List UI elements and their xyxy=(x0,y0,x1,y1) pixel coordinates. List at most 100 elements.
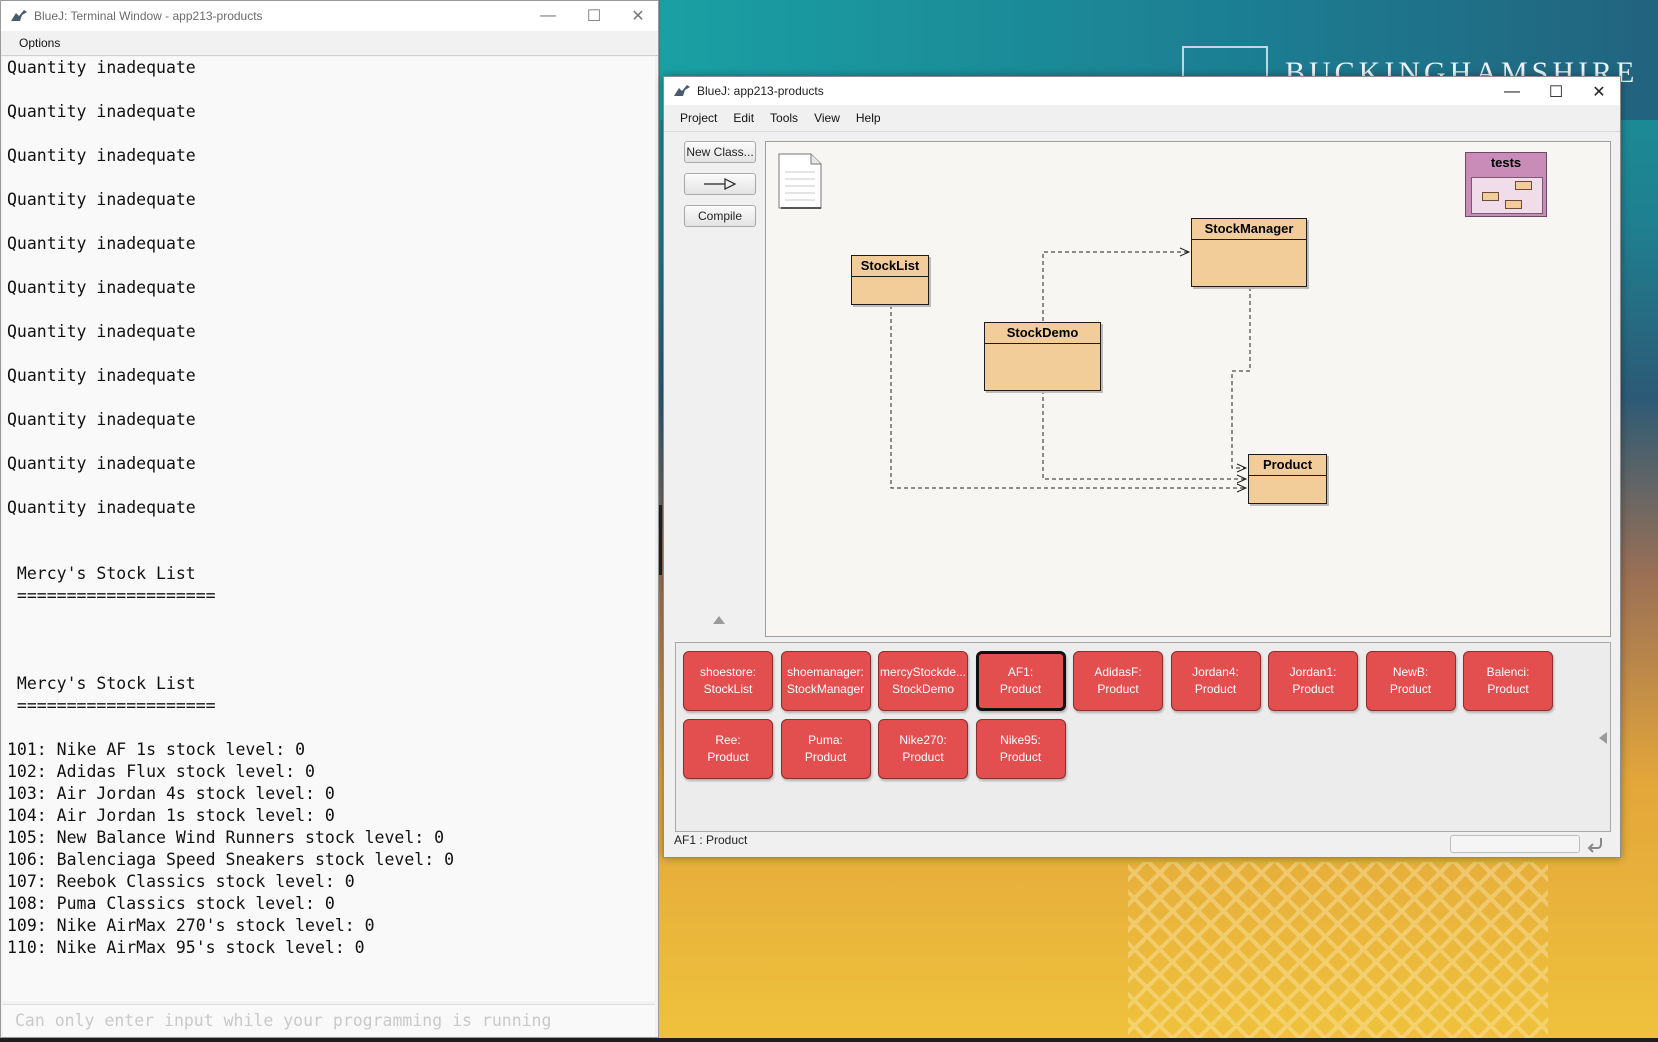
maximize-button[interactable]: ☐ xyxy=(1533,77,1579,107)
object-instance[interactable]: Nike95: Product xyxy=(975,719,1066,779)
terminal-line: Quantity inadequate xyxy=(7,498,196,517)
object-instance[interactable]: Jordan1: Product xyxy=(1268,651,1358,711)
object-name: mercyStockde... xyxy=(879,665,967,679)
menu-options[interactable]: Options xyxy=(1,36,69,50)
terminal-line: ==================== xyxy=(7,696,216,715)
object-type: Product xyxy=(1487,682,1529,696)
terminal-line: Quantity inadequate xyxy=(7,58,196,77)
terminal-titlebar[interactable]: BlueJ: Terminal Window - app213-products… xyxy=(1,1,658,31)
object-instance[interactable]: Nike270: Product xyxy=(878,719,968,779)
object-instance[interactable]: AdidasF: Product xyxy=(1073,651,1163,711)
bluej-bird-icon xyxy=(10,9,28,23)
terminal-line: 108: Puma Classics stock level: 0 xyxy=(7,894,335,913)
new-arrow-button[interactable] xyxy=(684,173,756,195)
terminal-line: Quantity inadequate xyxy=(7,322,196,341)
object-instance[interactable]: mercyStockde... StockDemo xyxy=(878,651,968,711)
object-instance[interactable]: Puma: Product xyxy=(780,719,871,779)
terminal-line: Quantity inadequate xyxy=(7,190,196,209)
object-instance[interactable]: Ree: Product xyxy=(683,719,773,779)
package-class-thumb xyxy=(1482,192,1499,201)
object-type: StockManager xyxy=(786,682,865,696)
terminal-line: Quantity inadequate xyxy=(7,146,196,165)
bluej-project-window[interactable]: BlueJ: app213-products — ☐ ✕ Project Edit… xyxy=(663,76,1621,858)
class-stockdemo[interactable]: StockDemo xyxy=(984,322,1101,391)
class-stocklist[interactable]: StockList xyxy=(851,255,929,305)
terminal-line: Quantity inadequate xyxy=(7,410,196,429)
package-tests[interactable]: tests xyxy=(1465,152,1547,217)
class-product[interactable]: Product xyxy=(1248,454,1327,504)
terminal-line: 110: Nike AirMax 95's stock level: 0 xyxy=(7,938,365,957)
object-type: Product xyxy=(1389,682,1432,696)
bluej-title: BlueJ: app213-products xyxy=(697,84,824,98)
object-instance[interactable]: shoestore: StockList xyxy=(683,651,773,711)
terminal-line: 101: Nike AF 1s stock level: 0 xyxy=(7,740,306,759)
menu-view[interactable]: View xyxy=(806,111,848,125)
class-diagram-canvas[interactable]: StockList StockManager StockDemo Product… xyxy=(765,141,1611,637)
menu-help[interactable]: Help xyxy=(848,111,889,125)
terminal-window[interactable]: BlueJ: Terminal Window - app213-products… xyxy=(0,0,659,1038)
object-instance[interactable]: shoemanager: StockManager xyxy=(780,651,871,711)
object-instance[interactable]: AF1: Product xyxy=(975,651,1066,711)
expand-bench-icon[interactable] xyxy=(1599,732,1607,744)
readme-document-icon[interactable] xyxy=(777,152,822,209)
object-type: Product xyxy=(707,750,749,764)
class-name: StockList xyxy=(852,256,928,277)
package-preview xyxy=(1471,177,1543,214)
package-name: tests xyxy=(1490,155,1522,170)
class-stockmanager[interactable]: StockManager xyxy=(1191,218,1307,287)
object-instance[interactable]: NewB: Product xyxy=(1365,651,1456,711)
menu-tools[interactable]: Tools xyxy=(762,111,806,125)
terminal-input[interactable]: Can only enter input while your programm… xyxy=(3,1004,655,1036)
terminal-output[interactable]: Quantity inadequate Quantity inadequate Qu… xyxy=(3,57,655,1001)
close-button[interactable]: ✕ xyxy=(615,1,661,31)
terminal-line: 102: Adidas Flux stock level: 0 xyxy=(7,762,315,781)
class-name: StockManager xyxy=(1192,219,1306,240)
minimize-button[interactable]: — xyxy=(525,1,571,31)
collapse-bench-icon[interactable] xyxy=(713,616,725,624)
new-class-button[interactable]: New Class... xyxy=(684,141,756,163)
object-bench[interactable]: shoestore: StockList shoemanager: StockMana… xyxy=(675,642,1611,832)
object-instance[interactable]: Balenci: Product xyxy=(1463,651,1553,711)
bluej-bird-icon xyxy=(673,84,691,98)
close-button[interactable]: ✕ xyxy=(1576,77,1622,107)
bluej-titlebar[interactable]: BlueJ: app213-products — ☐ ✕ xyxy=(664,77,1620,105)
object-name: AF1: xyxy=(1007,665,1034,679)
terminal-menubar: Options xyxy=(1,31,658,56)
terminal-line: 104: Air Jordan 1s stock level: 0 xyxy=(7,806,335,825)
maximize-button[interactable]: ☐ xyxy=(571,1,617,31)
terminal-line: Quantity inadequate xyxy=(7,454,196,473)
object-type: Product xyxy=(1097,682,1139,696)
class-name: StockDemo xyxy=(985,323,1100,344)
arrow-stockdemo-stockmanager xyxy=(1042,251,1188,321)
object-name: Jordan1: xyxy=(1289,665,1337,679)
menu-edit[interactable]: Edit xyxy=(725,111,762,125)
object-name: Puma: xyxy=(808,733,843,747)
menu-project[interactable]: Project xyxy=(664,111,725,125)
terminal-line: 103: Air Jordan 4s stock level: 0 xyxy=(7,784,335,803)
object-name: shoestore: xyxy=(699,665,757,679)
terminal-line: 107: Reebok Classics stock level: 0 xyxy=(7,872,355,891)
terminal-line: Quantity inadequate xyxy=(7,102,196,121)
object-type: StockList xyxy=(703,682,753,696)
reset-vm-icon[interactable] xyxy=(1586,833,1606,853)
arrow-stockmanager-product xyxy=(1231,287,1251,469)
arrow-stockdemo-product xyxy=(1042,390,1246,480)
compile-button[interactable]: Compile xyxy=(684,205,756,227)
object-name: AdidasF: xyxy=(1094,665,1142,679)
object-name: Jordan4: xyxy=(1192,665,1239,679)
minimize-button[interactable]: — xyxy=(1489,77,1535,107)
terminal-line: Quantity inadequate xyxy=(7,234,196,253)
object-instance[interactable]: Jordan4: Product xyxy=(1170,651,1261,711)
terminal-line: Mercy's Stock List xyxy=(7,564,196,583)
